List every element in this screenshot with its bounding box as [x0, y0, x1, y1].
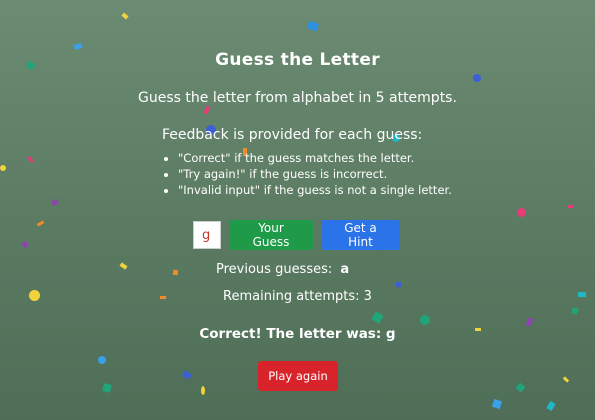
- previous-guesses-value: a: [340, 262, 350, 277]
- game-title: Guess the Letter: [215, 50, 380, 70]
- guess-input[interactable]: [193, 221, 221, 249]
- feedback-rule-correct: "Correct" if the guess matches the lette…: [178, 150, 452, 166]
- feedback-rules-list: "Correct" if the guess matches the lette…: [162, 150, 452, 198]
- instructions-text: Guess the letter from alphabet in 5 atte…: [138, 90, 457, 106]
- game-container: Guess the Letter Guess the letter from a…: [0, 0, 595, 420]
- your-guess-button[interactable]: Your Guess: [229, 220, 313, 250]
- remaining-attempts: Remaining attempts: 3: [223, 289, 372, 304]
- result-message: Correct! The letter was: g: [199, 326, 396, 342]
- feedback-rule-invalid-input: "Invalid input" if the guess is not a si…: [178, 182, 452, 198]
- feedback-rule-try-again: "Try again!" if the guess is incorrect.: [178, 166, 452, 182]
- get-hint-button[interactable]: Get a Hint: [321, 220, 400, 250]
- previous-guesses: Previous guesses: a: [216, 262, 349, 277]
- guess-controls: Your Guess Get a Hint: [193, 220, 400, 250]
- previous-guesses-label: Previous guesses:: [216, 262, 333, 277]
- play-again-button[interactable]: Play again: [258, 361, 338, 391]
- feedback-intro: Feedback is provided for each guess:: [162, 127, 423, 143]
